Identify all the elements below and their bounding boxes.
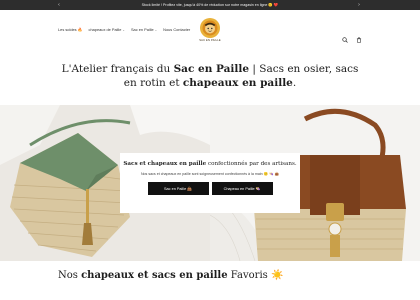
hero-heading: L'Atelier français du Sac en Paille | Sa… [61,63,359,89]
site-header: Les soldes 🔥 chapeaux de Paille ⌄ Sac en… [0,10,420,50]
hero-card: Sacs et chapeaux en paille confectionnés… [120,153,300,213]
announcement-prev-icon[interactable]: ‹ [54,0,64,10]
site-logo[interactable]: SAC EN PAILLE [197,17,223,47]
sac-en-paille-button[interactable]: Sac en Paille 👜 [147,182,209,195]
cart-icon[interactable] [355,36,363,44]
header-icons [341,36,363,44]
chevron-down-icon: ⌄ [154,27,158,32]
nav-item-soldes[interactable]: Les soldes 🔥 [58,27,83,32]
chevron-down-icon: ⌄ [122,27,125,32]
logo-emblem-icon [200,18,220,38]
main-nav: Les soldes 🔥 chapeaux de Paille ⌄ Sac en… [58,27,190,32]
favorites-heading: Nos chapeaux et sacs en paille Favoris ☀… [58,270,284,281]
announcement-text: Stock limité ! Profitez vite, jusqu'à 40… [141,3,279,7]
search-icon[interactable] [341,36,349,44]
nav-item-contact[interactable]: Nous Contacter [163,27,190,32]
nav-item-sacs[interactable]: Sac en Paille ⌄ [131,27,157,32]
announcement-next-icon[interactable]: › [354,0,364,10]
hero-card-title: Sacs et chapeaux en paille confectionnés… [123,161,297,167]
chapeau-en-paille-button[interactable]: Chapeau en Paille 👒 [211,182,273,195]
announcement-bar: ‹ Stock limité ! Profitez vite, jusqu'à … [0,0,420,10]
nav-item-chapeaux[interactable]: chapeaux de Paille ⌄ [89,27,125,32]
logo-text: SAC EN PAILLE [199,39,221,42]
hero-card-buttons: Sac en Paille 👜 Chapeau en Paille 👒 [120,182,300,195]
hero-card-subtitle: Nos sacs et chapeaux en paille sont soig… [140,172,280,176]
